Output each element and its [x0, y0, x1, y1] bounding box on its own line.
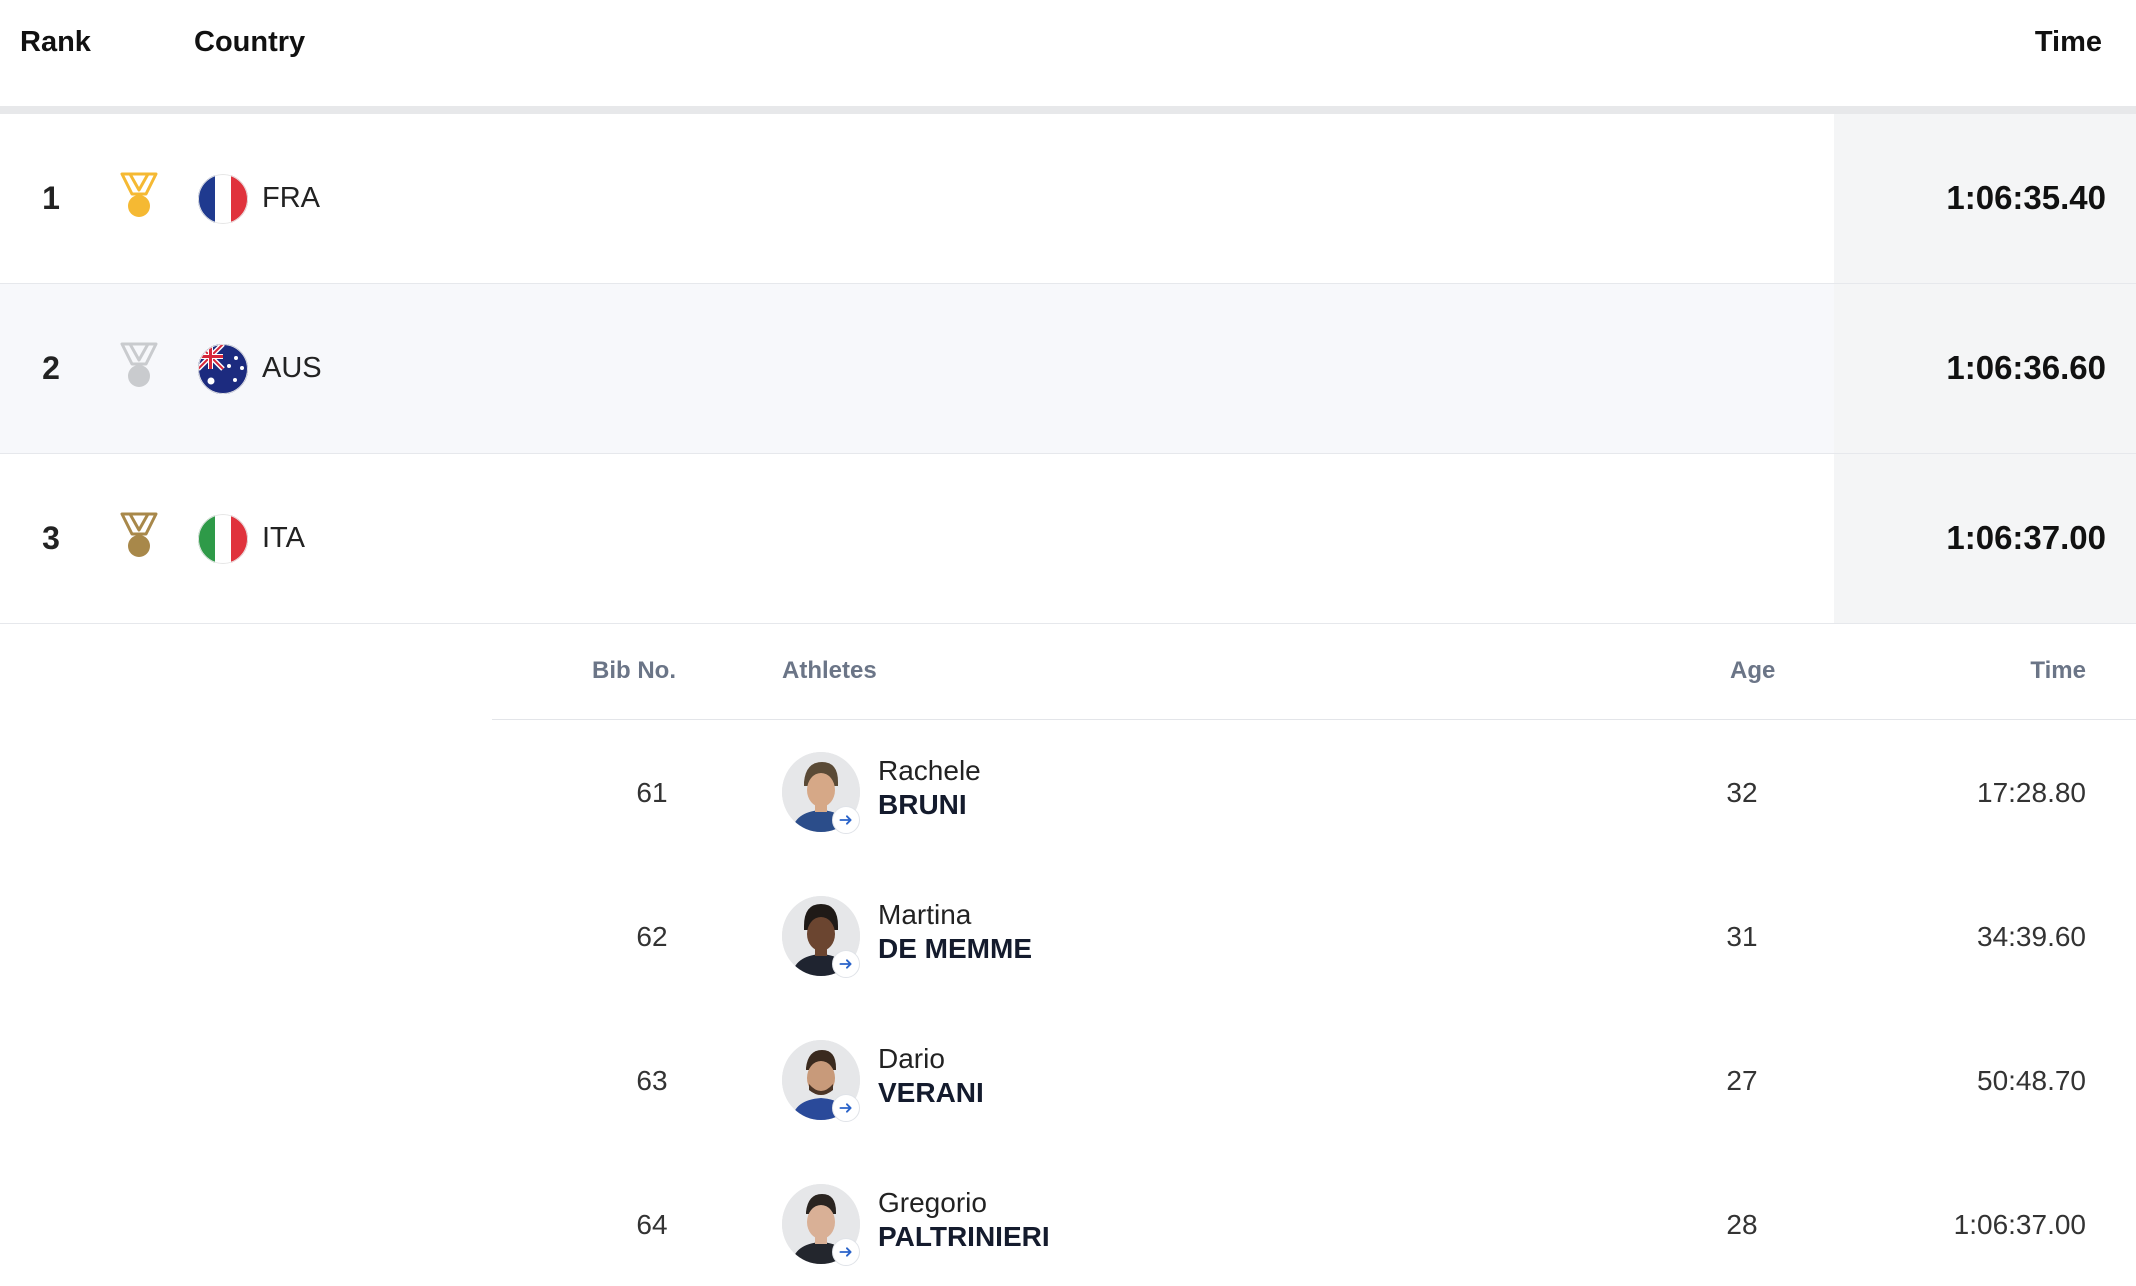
time-column-header: Time — [2034, 26, 2102, 58]
bib-number: 64 — [636, 1209, 668, 1240]
athlete-time: 34:39.60 — [1977, 921, 2086, 952]
athletes-column-header: Athletes — [782, 657, 877, 684]
country-code: ITA — [262, 522, 305, 554]
arrow-right-icon[interactable] — [832, 1238, 860, 1266]
athlete-age: 28 — [1726, 1209, 1758, 1240]
arrow-right-icon[interactable] — [832, 950, 860, 978]
athlete-row[interactable]: 63 Dario VERANI 27 50:48.70 — [492, 1008, 2136, 1152]
athlete-row[interactable]: 62 Martina DE MEMME 31 34:39.60 — [492, 864, 2136, 1008]
athlete-first-name[interactable]: Rachele — [878, 754, 981, 788]
athlete-first-name[interactable]: Dario — [878, 1042, 945, 1076]
rank-value: 2 — [42, 350, 60, 386]
bib-number: 61 — [636, 777, 668, 808]
silver-medal-icon — [120, 342, 158, 387]
australia-flag-icon — [198, 344, 248, 394]
rank-value: 1 — [42, 180, 60, 216]
results-table-header: Rank Country Time — [0, 0, 2136, 106]
arrow-right-icon[interactable] — [832, 806, 860, 834]
athlete-time-column-header: Time — [2030, 657, 2086, 684]
athlete-first-name[interactable]: Martina — [878, 898, 971, 932]
athlete-time: 17:28.80 — [1977, 777, 2086, 808]
athlete-row[interactable]: 64 Gregorio PALTRINIERI 28 1:06:37.00 — [492, 1152, 2136, 1286]
bib-column-header: Bib No. — [592, 657, 676, 684]
age-column-header: Age — [1730, 657, 1776, 684]
country-code: FRA — [262, 182, 320, 214]
athletes-subtable-header: Bib No. Athletes Age Time — [492, 624, 2136, 720]
rank-value: 3 — [42, 520, 60, 556]
athlete-last-name[interactable]: BRUNI — [878, 788, 967, 822]
team-time: 1:06:35.40 — [1946, 179, 2106, 216]
gold-medal-icon — [120, 172, 158, 217]
table-row[interactable]: 1 FRA 1:06:35.40 — [0, 114, 2136, 284]
athlete-time: 1:06:37.00 — [1953, 1209, 2086, 1240]
bronze-medal-icon — [120, 512, 158, 557]
table-row[interactable]: 2 AUS 1:06:36.60 — [0, 284, 2136, 454]
athlete-last-name[interactable]: DE MEMME — [878, 932, 1032, 966]
rank-column-header: Rank — [20, 26, 91, 58]
team-time: 1:06:37.00 — [1946, 519, 2106, 556]
athlete-age: 27 — [1726, 1065, 1758, 1096]
team-time: 1:06:36.60 — [1946, 349, 2106, 386]
athlete-last-name[interactable]: VERANI — [878, 1076, 984, 1110]
italy-flag-icon — [198, 514, 248, 564]
bib-number: 63 — [636, 1065, 668, 1096]
arrow-right-icon[interactable] — [832, 1094, 860, 1122]
header-divider — [0, 106, 2136, 114]
athlete-row[interactable]: 61 Rachele BRUNI 32 17:28.80 — [492, 720, 2136, 864]
france-flag-icon — [198, 174, 248, 224]
bib-number: 62 — [636, 921, 668, 952]
athlete-age: 31 — [1726, 921, 1758, 952]
athlete-age: 32 — [1726, 777, 1758, 808]
table-row[interactable]: 3 ITA 1:06:37.00 — [0, 454, 2136, 624]
country-column-header: Country — [194, 26, 306, 58]
athlete-last-name[interactable]: PALTRINIERI — [878, 1220, 1050, 1254]
country-code: AUS — [262, 352, 322, 384]
athlete-first-name[interactable]: Gregorio — [878, 1186, 987, 1220]
athlete-time: 50:48.70 — [1977, 1065, 2086, 1096]
